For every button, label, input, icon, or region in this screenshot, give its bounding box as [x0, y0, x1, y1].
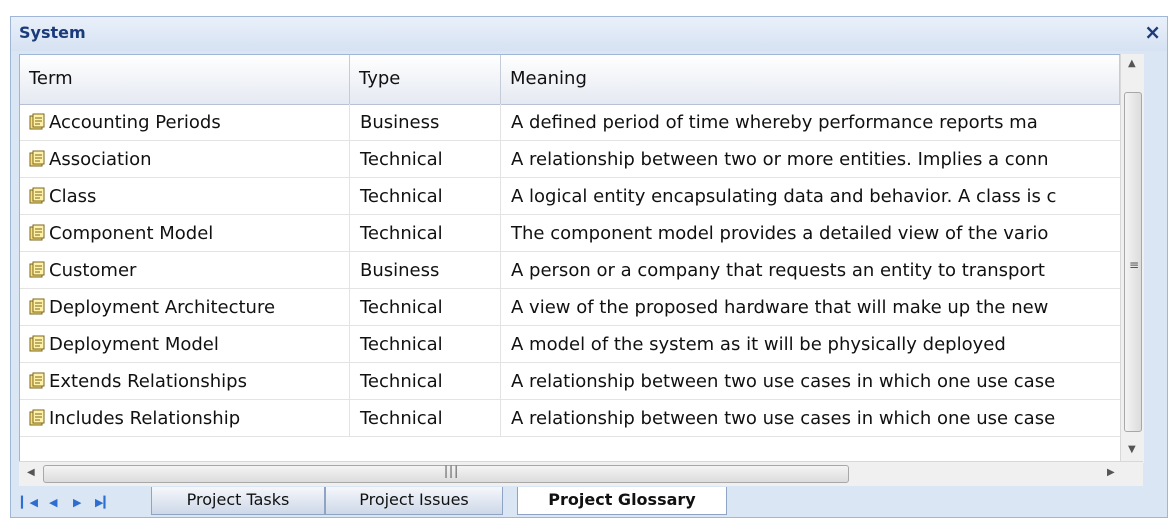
horizontal-scroll-thumb[interactable]: ||| [43, 464, 849, 483]
table-row[interactable]: Deployment Model Technical A model of the … [20, 326, 1120, 363]
grip-icon: ≡ [1129, 258, 1140, 272]
term-text: Customer [49, 260, 137, 281]
glossary-term-icon [29, 224, 45, 241]
column-header-term[interactable]: Term [20, 55, 350, 104]
term-text: Deployment Architecture [49, 297, 276, 318]
table-row[interactable]: Customer Business A person or a company th… [20, 252, 1120, 289]
glossary-term-icon [29, 335, 45, 352]
term-text: Association [49, 149, 152, 170]
window-title: System [19, 23, 86, 42]
term-cell: Includes Relationship [20, 400, 350, 436]
type-cell: Technical [350, 289, 501, 325]
term-cell: Deployment Architecture [20, 289, 350, 325]
meaning-cell: A view of the proposed hardware that wil… [511, 297, 1049, 318]
table-row[interactable]: Association Technical A relationship betwe… [20, 141, 1120, 178]
table-row[interactable]: Extends Relationships Technical A relation… [20, 363, 1120, 400]
glossary-term-icon [29, 150, 45, 167]
term-cell: Class [20, 178, 350, 214]
table-row[interactable]: Class Technical A logical entity encapsula… [20, 178, 1120, 215]
meaning-cell: A relationship between two use cases in … [511, 408, 1056, 429]
meaning-cell: A defined period of time whereby perform… [511, 112, 1038, 133]
scroll-up-icon[interactable]: ▲ [1128, 58, 1136, 69]
term-text: Extends Relationships [49, 371, 247, 392]
type-cell: Business [350, 252, 501, 288]
meaning-cell: A person or a company that requests an e… [511, 260, 1045, 281]
prev-tab-icon[interactable]: ◀ [49, 496, 57, 509]
tab-project-issues[interactable]: Project Issues [325, 487, 503, 515]
first-tab-icon[interactable]: ▎◀ [21, 496, 38, 509]
tab-project-glossary[interactable]: Project Glossary [517, 487, 727, 515]
scroll-down-icon[interactable]: ▼ [1128, 444, 1136, 455]
type-cell: Technical [350, 141, 501, 177]
column-header-meaning[interactable]: Meaning [501, 55, 1120, 104]
next-tab-icon[interactable]: ▶ [73, 496, 81, 509]
tab-project-tasks[interactable]: Project Tasks [151, 487, 325, 515]
glossary-window: System × Term Type Meaning Accounting Pe… [10, 16, 1168, 518]
term-text: Includes Relationship [49, 408, 241, 429]
horizontal-scrollbar[interactable]: ◀ ||| ▶ [19, 461, 1143, 486]
meaning-cell: A relationship between two or more entit… [511, 149, 1049, 170]
grid-header: Term Type Meaning [20, 55, 1120, 105]
column-header-type[interactable]: Type [350, 55, 501, 104]
term-cell: Deployment Model [20, 326, 350, 362]
table-row[interactable]: Component Model Technical The component mo… [20, 215, 1120, 252]
term-text: Deployment Model [49, 334, 219, 355]
vertical-scrollbar[interactable]: ▲ ≡ ▼ [1120, 54, 1144, 463]
term-cell: Accounting Periods [20, 104, 350, 140]
grip-icon: ||| [444, 464, 460, 478]
glossary-term-icon [29, 113, 45, 130]
term-text: Component Model [49, 223, 214, 244]
last-tab-icon[interactable]: ▶▎ [95, 496, 112, 509]
scroll-left-icon[interactable]: ◀ [27, 467, 35, 478]
type-cell: Technical [350, 178, 501, 214]
glossary-term-icon [29, 261, 45, 278]
close-icon[interactable]: × [1144, 20, 1161, 44]
term-cell: Association [20, 141, 350, 177]
glossary-term-icon [29, 187, 45, 204]
tab-bar: ▎◀ ◀ ▶ ▶▎ Project Tasks Project Issues P… [11, 487, 1167, 517]
term-text: Accounting Periods [49, 112, 221, 133]
type-cell: Technical [350, 400, 501, 436]
type-cell: Business [350, 104, 501, 140]
glossary-term-icon [29, 298, 45, 315]
term-cell: Component Model [20, 215, 350, 251]
meaning-cell: A logical entity encapsulating data and … [511, 186, 1057, 207]
table-row[interactable]: Deployment Architecture Technical A view o… [20, 289, 1120, 326]
meaning-cell: The component model provides a detailed … [511, 223, 1049, 244]
glossary-term-icon [29, 372, 45, 389]
meaning-cell: A relationship between two use cases in … [511, 371, 1056, 392]
title-bar: System × [11, 17, 1167, 51]
term-text: Class [49, 186, 97, 207]
term-cell: Customer [20, 252, 350, 288]
meaning-cell: A model of the system as it will be phys… [511, 334, 1006, 355]
term-cell: Extends Relationships [20, 363, 350, 399]
table-row[interactable]: Accounting Periods Business A defined peri… [20, 104, 1120, 141]
type-cell: Technical [350, 363, 501, 399]
vertical-scroll-thumb[interactable]: ≡ [1124, 92, 1142, 432]
glossary-grid: Term Type Meaning Accounting Periods Busi… [19, 54, 1143, 463]
glossary-term-icon [29, 409, 45, 426]
scroll-right-icon[interactable]: ▶ [1107, 467, 1115, 478]
type-cell: Technical [350, 326, 501, 362]
table-row[interactable]: Includes Relationship Technical A relation… [20, 400, 1120, 437]
type-cell: Technical [350, 215, 501, 251]
